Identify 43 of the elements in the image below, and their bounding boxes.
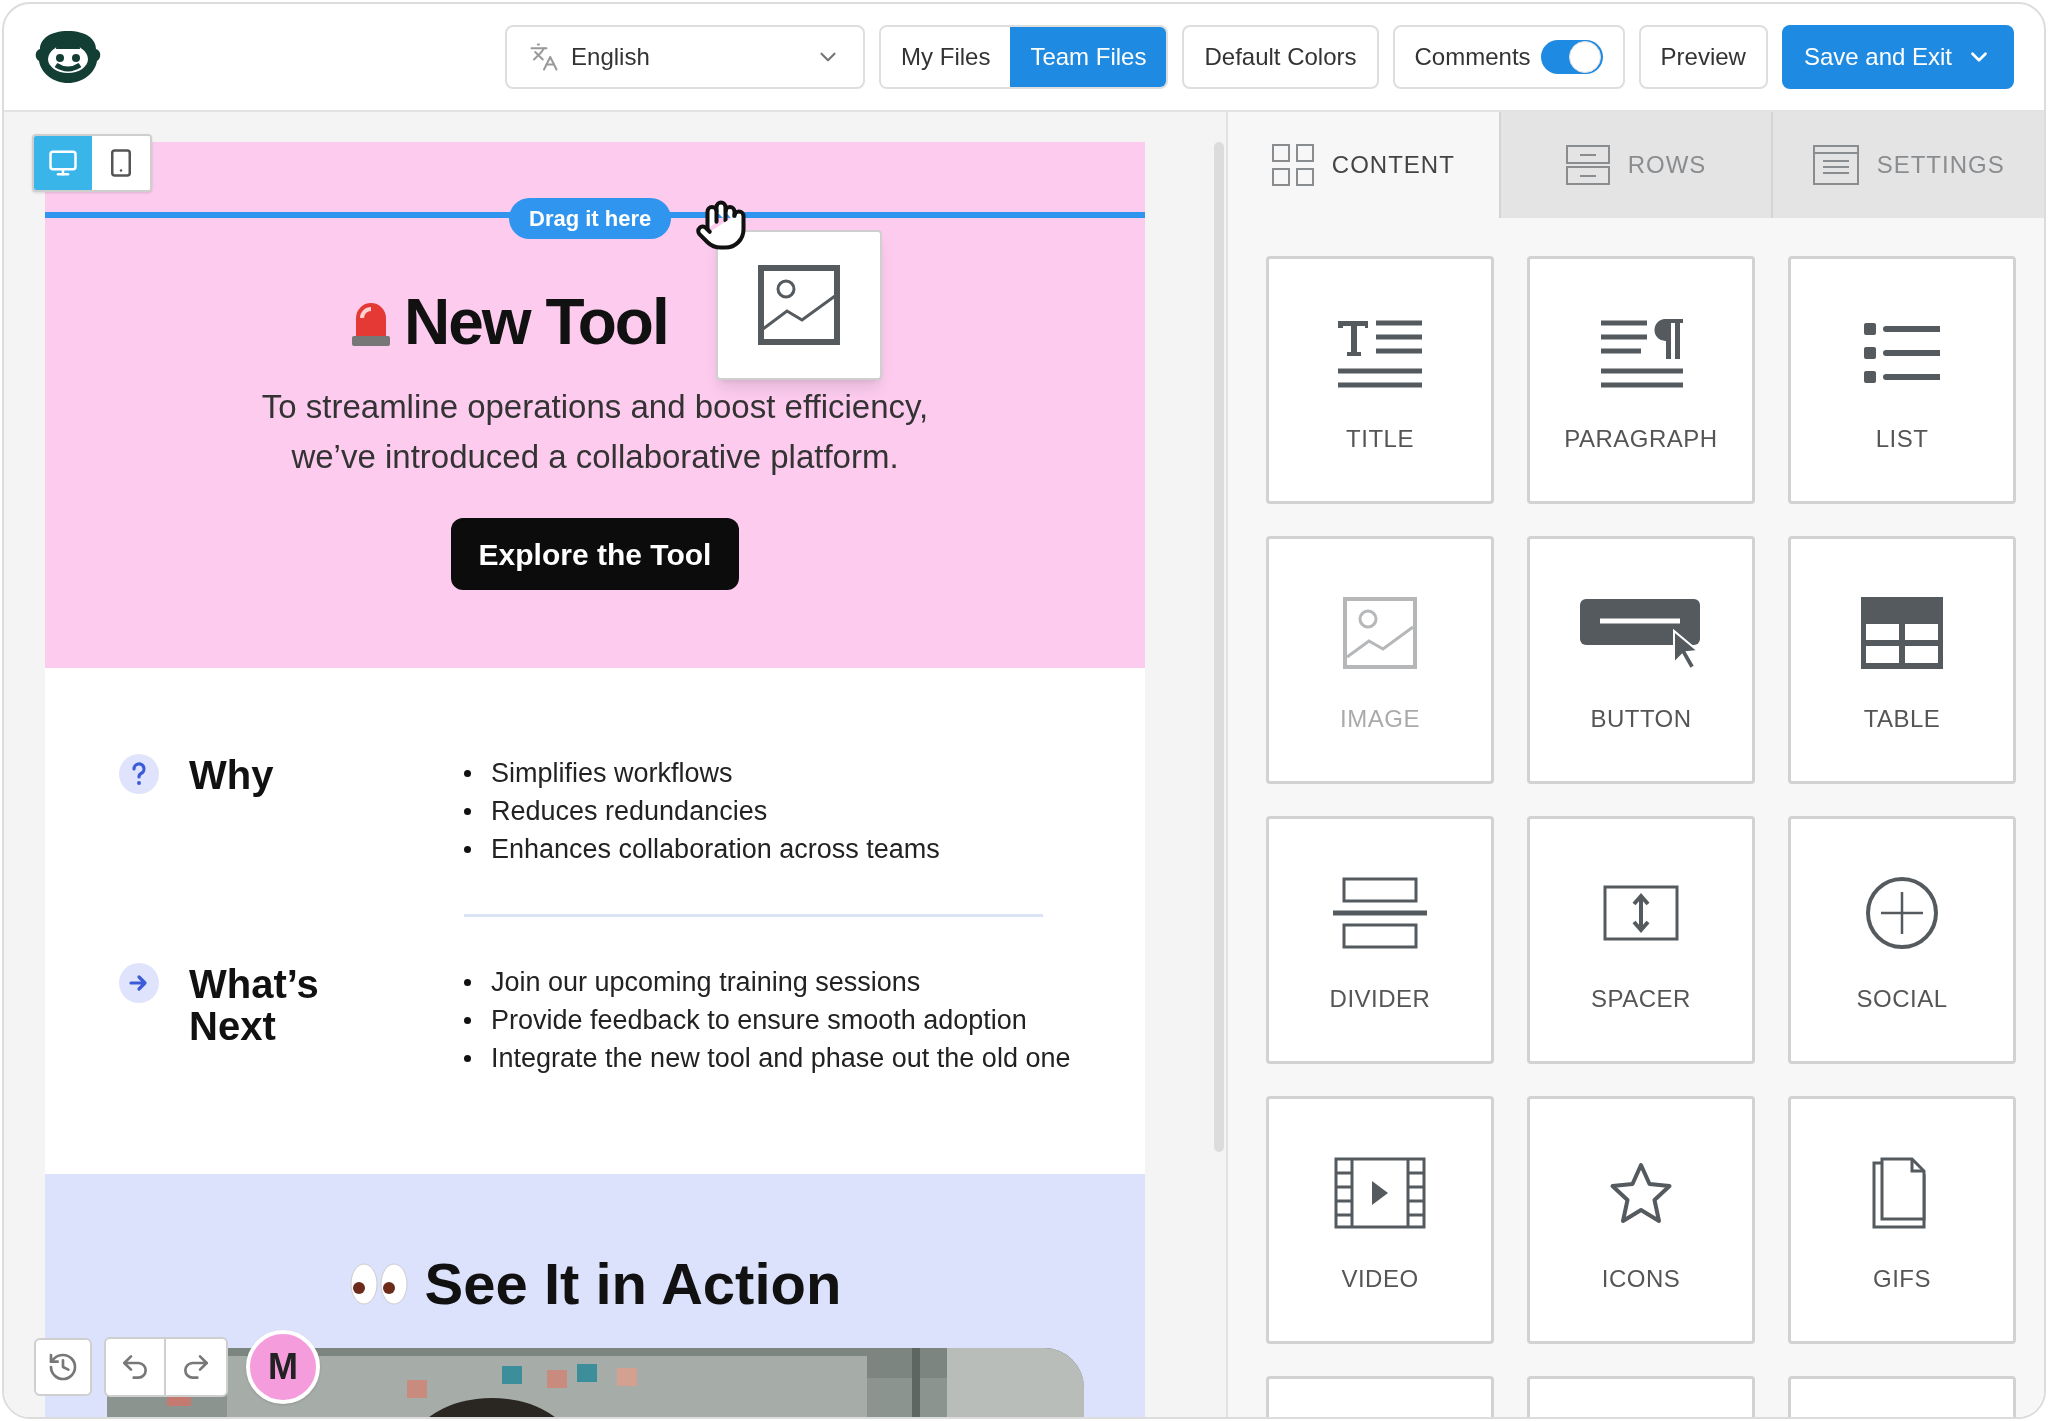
block-tile[interactable]: SOCIAL — [1788, 816, 2016, 1064]
section-title: Why — [189, 754, 275, 796]
comments-label: Comments — [1414, 42, 1531, 72]
block-label: IMAGE — [1340, 704, 1420, 734]
block-tile[interactable]: TITLE — [1266, 256, 1494, 504]
file-tab[interactable]: Team Files — [1010, 27, 1167, 87]
block-label: ICONS — [1601, 1264, 1681, 1294]
language-dropdown[interactable]: English — [505, 25, 866, 89]
language-value: English — [571, 42, 650, 72]
block-tile[interactable]: TABLE — [1788, 536, 2016, 784]
explore-button[interactable]: Explore the Tool — [450, 518, 740, 590]
block-label: VIDEO — [1341, 1264, 1419, 1294]
block-label: SPACER — [1591, 984, 1691, 1014]
bullet-text: Join our upcoming training sessions — [491, 965, 921, 999]
block-tile[interactable]: PARAGRAPH — [1527, 256, 1755, 504]
bullet-text: Simplifies workflows — [491, 756, 733, 790]
block-tile[interactable]: DIVIDER — [1266, 816, 1494, 1064]
hero-heading: New Tool — [404, 285, 668, 360]
section-title: What’s Next — [189, 963, 320, 1047]
block-label: PARAGRAPH — [1564, 424, 1718, 454]
block-tile[interactable]: LIST — [1788, 256, 2016, 504]
block-tile[interactable]: ICONS — [1527, 1096, 1755, 1344]
drop-hint-label: Drag it here — [509, 198, 672, 239]
block-label: LIST — [1875, 424, 1929, 454]
block-label: BUTTON — [1590, 704, 1692, 734]
block-tile[interactable]: SPACER — [1527, 816, 1755, 1064]
block-label: TABLE — [1863, 704, 1941, 734]
hero-text: To streamline operations and boost efficiency, we’ve introduced a collaborative platform. — [260, 387, 930, 477]
save-and-exit-button[interactable]: Save and Exit — [1781, 25, 2014, 89]
block-label: GIFS — [1873, 1264, 1931, 1294]
block-label: DIVIDER — [1329, 984, 1431, 1014]
block-tile[interactable]: VIDEO — [1266, 1096, 1494, 1344]
preview-button[interactable]: Preview — [1638, 25, 1768, 89]
block-label: SOCIAL — [1856, 984, 1948, 1014]
bullet-text: Reduces redundancies — [491, 794, 768, 828]
block-tile[interactable]: GIFS — [1788, 1096, 2016, 1344]
block-tile[interactable]: BUTTON — [1527, 536, 1755, 784]
action-heading: See It in Action — [424, 1250, 842, 1318]
default-colors-button[interactable]: Default Colors — [1182, 25, 1379, 89]
bullet-text: Integrate the new tool and phase out the old one — [491, 1041, 1071, 1075]
block-label: TITLE — [1346, 424, 1414, 454]
bullet-text: Enhances collaboration across teams — [491, 832, 940, 866]
bullet-text: Provide feedback to ensure smooth adoption — [491, 1003, 1027, 1037]
